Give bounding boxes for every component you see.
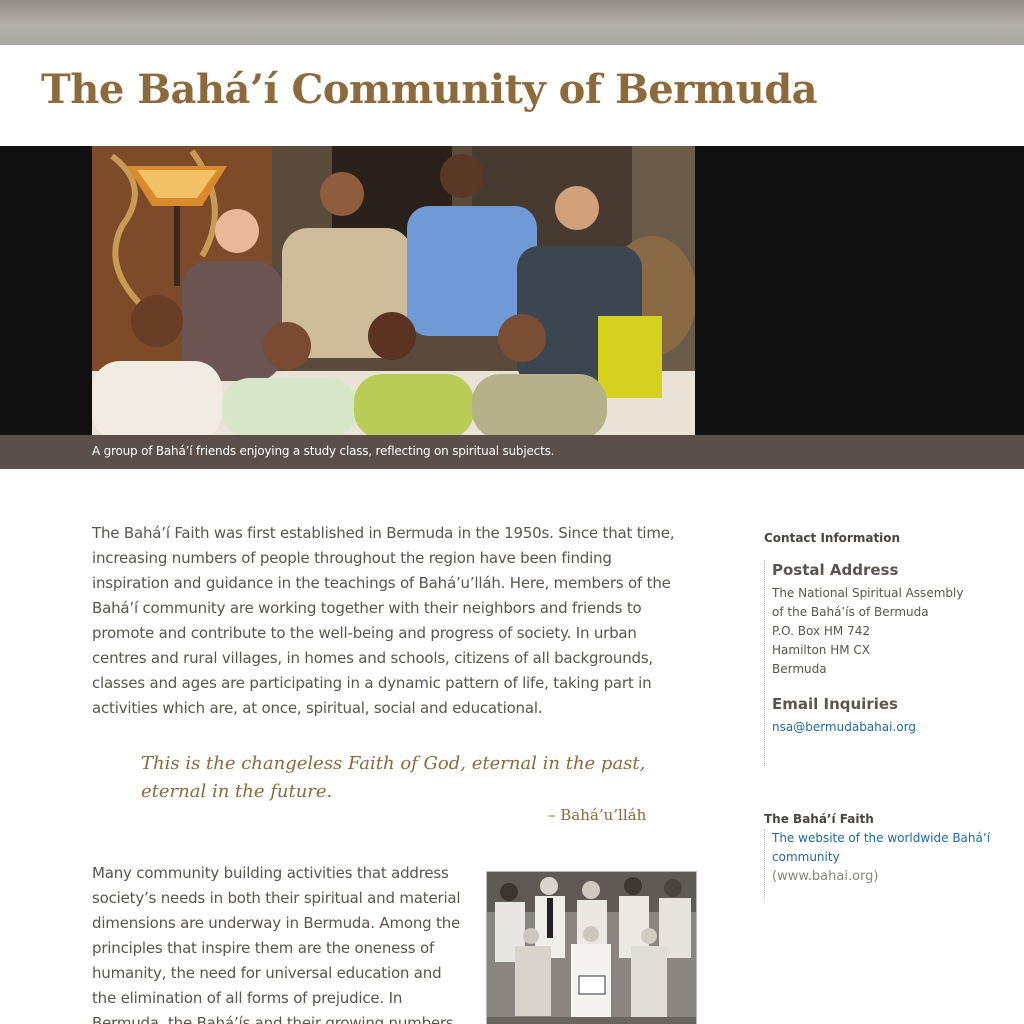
top-gradient-band: [0, 0, 1024, 45]
postal-address-heading: Postal Address: [772, 561, 899, 579]
historic-group-photo: [486, 871, 697, 1024]
postal-line: P.O. Box HM 742: [772, 624, 870, 638]
email-inquiries-heading: Email Inquiries: [772, 695, 898, 713]
hero-caption: A group of Bahá’í friends enjoying a stu…: [92, 444, 555, 458]
bahai-faith-block: The website of the worldwide Bahá’í comm…: [764, 829, 990, 899]
bahai-website-link-line2[interactable]: community: [772, 848, 990, 867]
intro-paragraph: The Bahá’í Faith was first established i…: [92, 524, 675, 717]
quote-attribution: – Bahá’u’lláh: [548, 806, 647, 824]
quote-text: This is the changeless Faith of God, ete…: [141, 753, 646, 802]
bahai-website-url: (www.bahai.org): [772, 869, 879, 884]
email-link[interactable]: nsa@bermudabahai.org: [772, 718, 963, 737]
group-photo-illustration: [92, 146, 695, 435]
postal-line: of the Bahá’ís of Bermuda: [772, 605, 929, 619]
postal-line: The National Spiritual Assembly: [772, 586, 964, 600]
postal-line: Hamilton HM CX: [772, 643, 870, 657]
historic-photo-illustration: [487, 872, 696, 1024]
contact-information-heading: Contact Information: [764, 531, 901, 545]
hero-photo: [92, 146, 695, 435]
site-title[interactable]: The Bahá’í Community of Bermuda: [41, 66, 818, 113]
second-paragraph: Many community building activities that …: [92, 864, 461, 1024]
postal-address-lines: The National Spiritual Assembly of the B…: [772, 584, 963, 679]
contact-block: Postal Address The National Spiritual As…: [764, 560, 963, 766]
postal-line: Bermuda: [772, 662, 827, 676]
bahai-website-link-line1[interactable]: The website of the worldwide Bahá’í: [772, 829, 990, 848]
bahai-faith-heading: The Bahá’í Faith: [764, 812, 874, 826]
